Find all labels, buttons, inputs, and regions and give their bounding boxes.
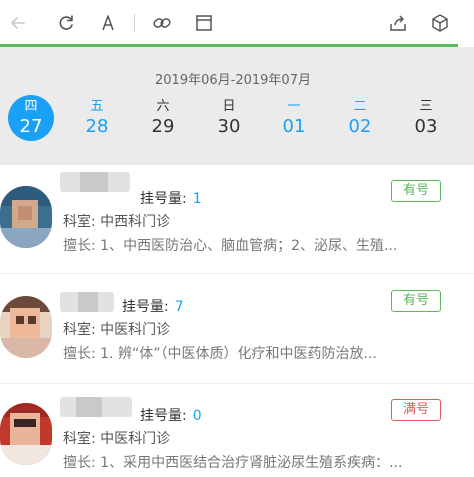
link-icon[interactable]	[150, 11, 174, 35]
department-line: 科室: 中医科门诊	[63, 428, 170, 448]
doctor-list-item[interactable]: 挂号量: 7 有号 科室: 中医科门诊 擅长: 1. 辨“体”（中医体质）化疗和中…	[0, 276, 474, 384]
back-arrow-icon[interactable]	[6, 11, 30, 35]
department-value: 中医科门诊	[100, 322, 171, 338]
department-label: 科室:	[63, 322, 96, 338]
registration-count: 7	[174, 299, 184, 315]
window-icon[interactable]	[192, 11, 216, 35]
department-value: 中西科门诊	[100, 214, 171, 230]
specialty-text: 擅长: 1、中西医防治心、脑血管病；2、泌尿、生殖...	[63, 238, 398, 254]
registration-count-line: 挂号量: 0	[140, 405, 202, 425]
day-date: 28	[85, 116, 109, 137]
day-item[interactable]: 五 28	[74, 95, 120, 145]
day-weekday: 三	[419, 99, 433, 114]
availability-badge[interactable]: 有号	[391, 180, 441, 202]
availability-badge[interactable]: 满号	[391, 399, 441, 421]
doctor-avatar	[0, 186, 52, 248]
refresh-icon[interactable]	[54, 11, 78, 35]
day-weekday: 六	[156, 99, 170, 114]
department-label: 科室:	[63, 431, 96, 447]
registration-label: 挂号量:	[140, 408, 187, 424]
registration-label: 挂号量:	[122, 299, 169, 315]
registration-count: 1	[192, 191, 202, 207]
day-item[interactable]: 一 01	[271, 95, 317, 145]
day-date: 02	[348, 116, 372, 137]
cube-icon[interactable]	[428, 11, 452, 35]
registration-count: 0	[192, 408, 202, 424]
date-range-label: 2019年06月-2019年07月	[155, 73, 311, 88]
date-picker-strip: 2019年06月-2019年07月 四 27 五 28 六 29 日 30 一 …	[0, 47, 474, 165]
day-date: 29	[151, 116, 175, 137]
day-weekday: 一	[287, 99, 301, 114]
day-item[interactable]: 六 29	[140, 95, 186, 145]
registration-count-line: 挂号量: 1	[140, 188, 202, 208]
day-item[interactable]: 二 02	[337, 95, 383, 145]
day-item-selected[interactable]: 四 27	[8, 95, 54, 141]
day-weekday: 四	[24, 99, 38, 114]
day-date: 03	[414, 116, 438, 137]
department-line: 科室: 中医科门诊	[63, 319, 170, 339]
day-weekday: 日	[222, 99, 236, 114]
day-date: 27	[19, 116, 43, 137]
day-date: 01	[282, 116, 306, 137]
doctor-name-redacted	[60, 292, 114, 312]
browser-toolbar	[0, 0, 474, 47]
day-item[interactable]: 三 03	[403, 95, 449, 145]
day-weekday: 二	[353, 99, 367, 114]
department-label: 科室:	[63, 214, 96, 230]
department-value: 中医科门诊	[100, 431, 171, 447]
doctor-name-redacted	[60, 172, 130, 192]
doctor-list-item[interactable]: 挂号量: 1 有号 科室: 中西科门诊 擅长: 1、中西医防治心、脑血管病；2、泌…	[0, 166, 474, 274]
share-icon[interactable]	[386, 11, 410, 35]
day-list: 四 27 五 28 六 29 日 30 一 01 二 02 三 03	[0, 95, 466, 145]
font-size-icon[interactable]	[96, 11, 120, 35]
availability-badge[interactable]: 有号	[391, 290, 441, 312]
doctor-avatar	[0, 296, 52, 358]
specialty-text: 擅长: 1、采用中西医结合治疗肾脏泌尿生殖系疾病：...	[63, 455, 403, 471]
doctor-list-item[interactable]: 挂号量: 0 满号 科室: 中医科门诊 擅长: 1、采用中西医结合治疗肾脏泌尿生殖…	[0, 385, 474, 477]
day-item[interactable]: 日 30	[206, 95, 252, 145]
registration-label: 挂号量:	[140, 191, 187, 207]
day-date: 30	[217, 116, 241, 137]
day-weekday: 五	[90, 99, 104, 114]
toolbar-separator	[134, 14, 135, 32]
doctor-name-redacted	[60, 397, 132, 417]
registration-count-line: 挂号量: 7	[122, 296, 184, 316]
department-line: 科室: 中西科门诊	[63, 211, 170, 231]
specialty-text: 擅长: 1. 辨“体”（中医体质）化疗和中医药防治放...	[63, 346, 377, 362]
doctor-avatar	[0, 403, 52, 465]
